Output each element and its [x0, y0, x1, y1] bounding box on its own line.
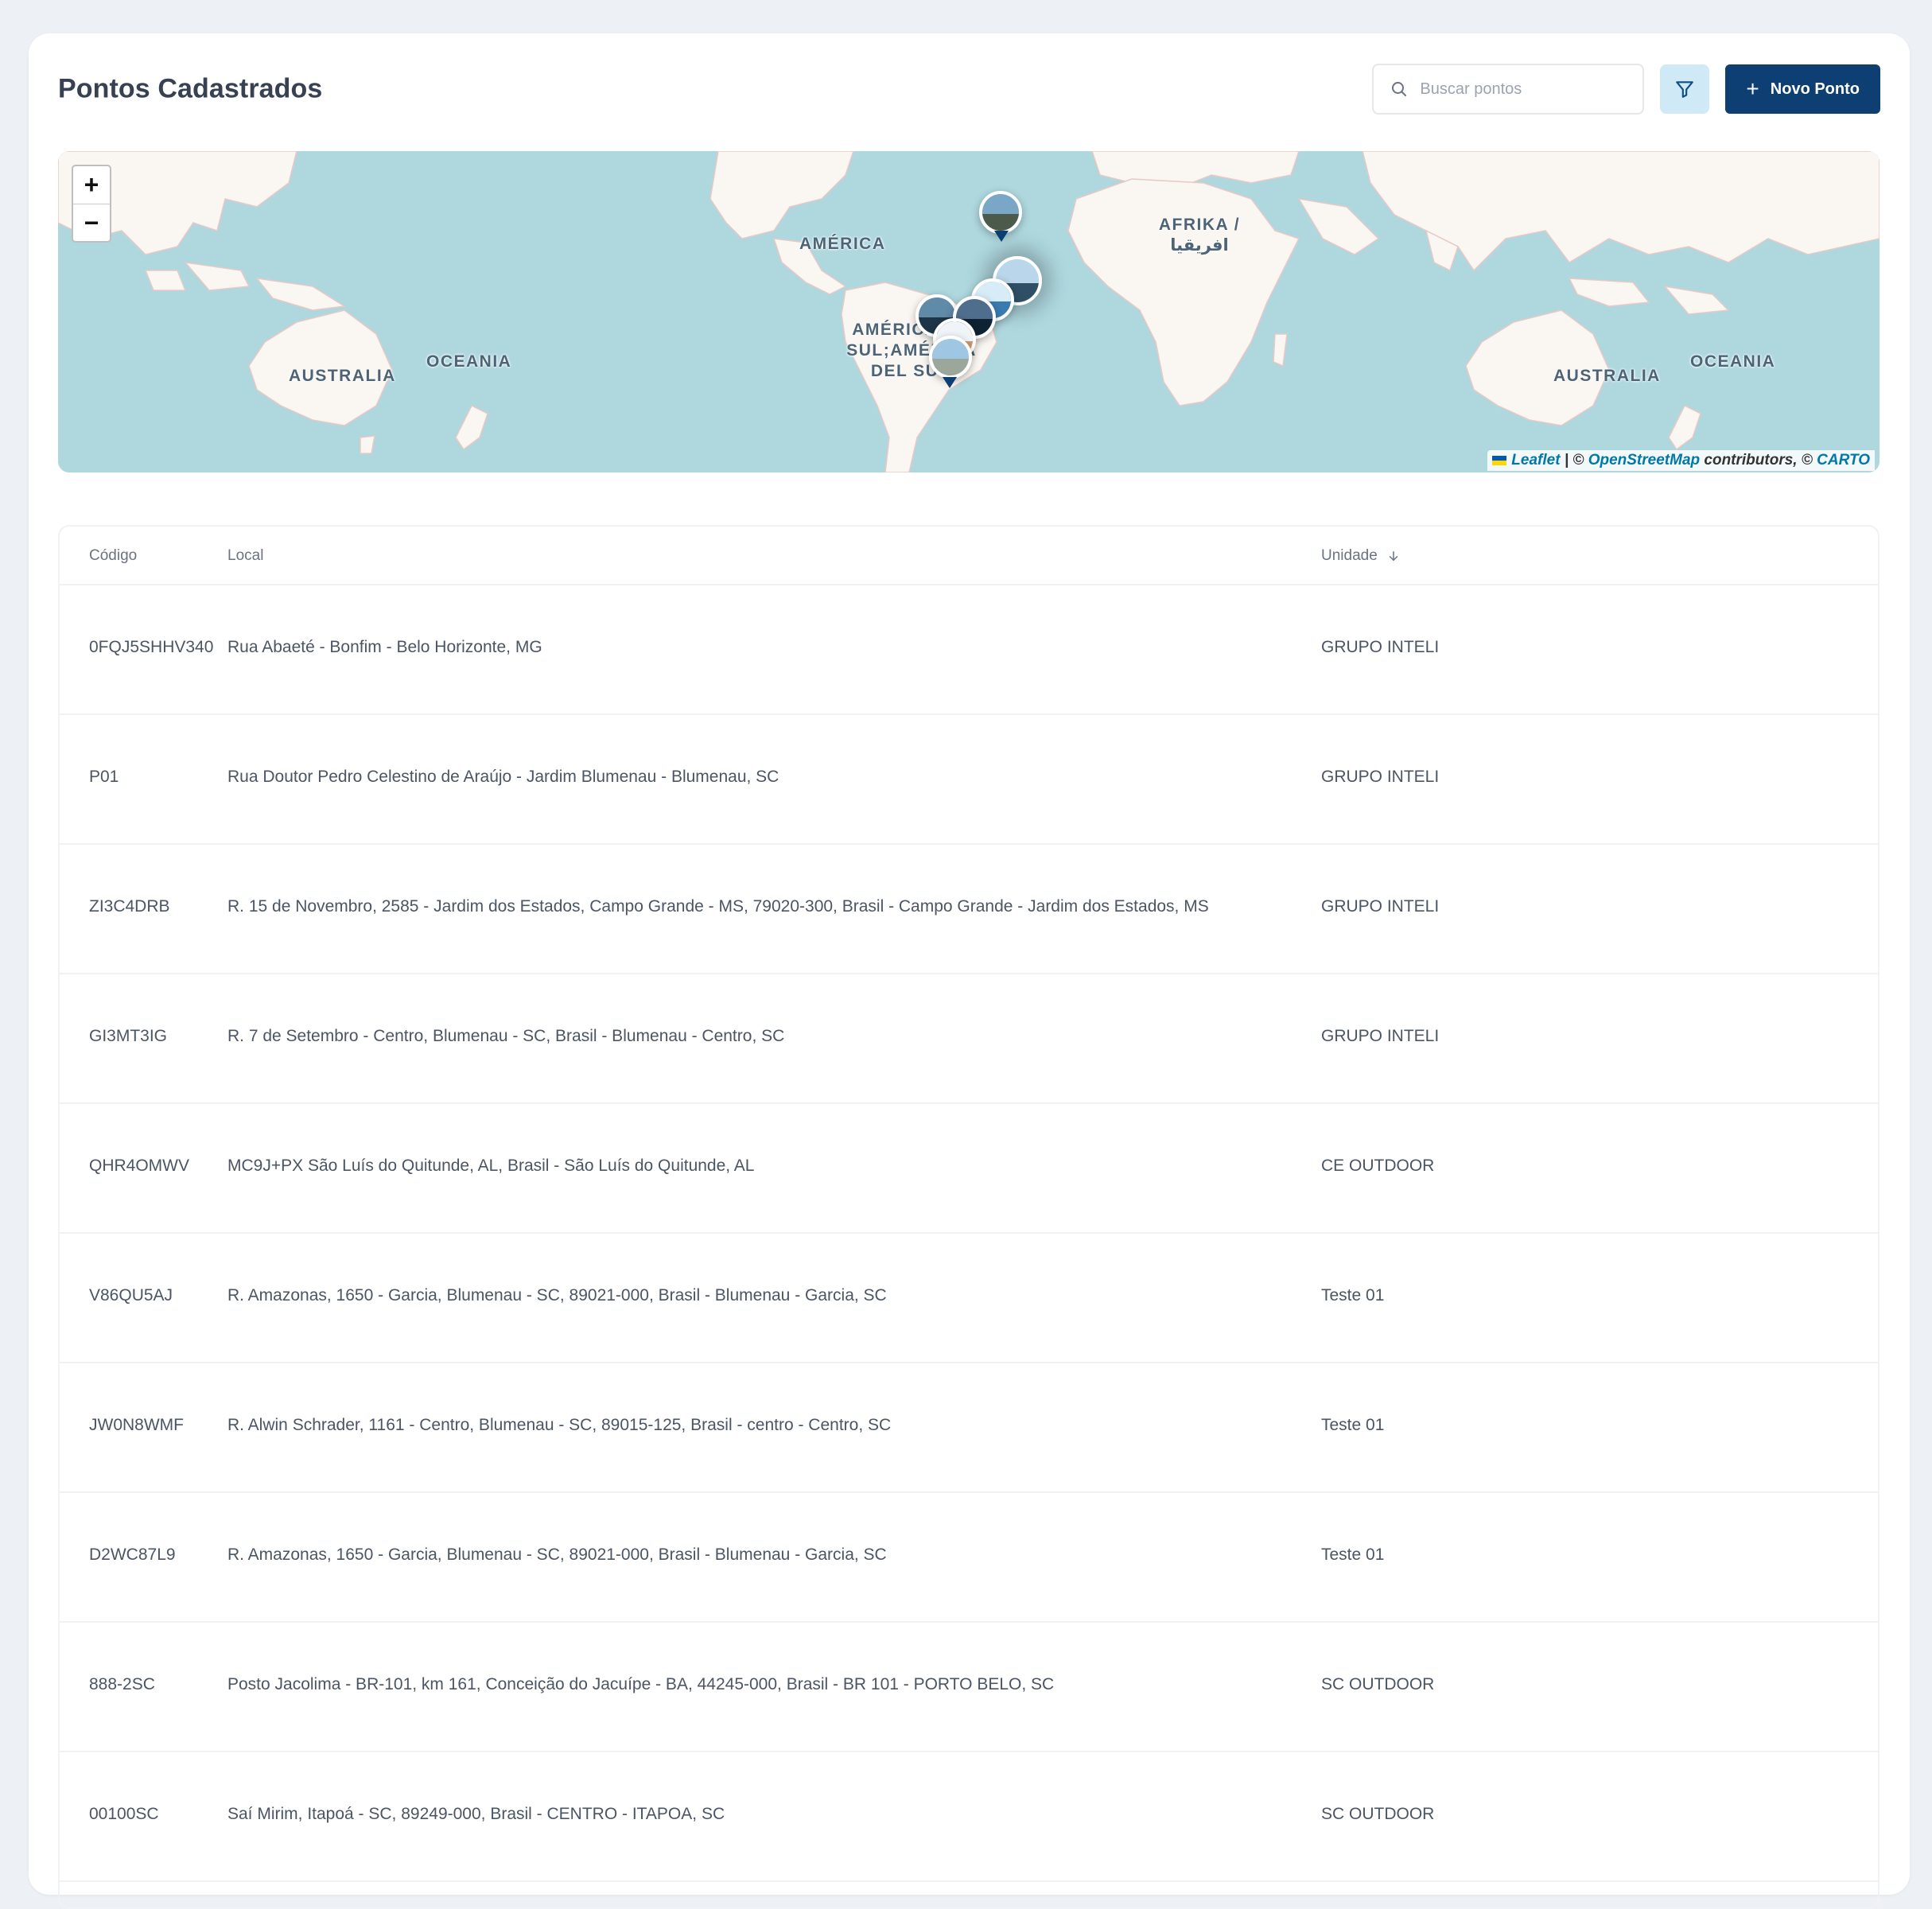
row-code: ZI3C4DRB [89, 897, 170, 916]
table-row[interactable]: 0FQJ5SHHV340 Rua Abaeté - Bonfim - Belo H… [60, 585, 1878, 715]
page-title: Pontos Cadastrados [58, 73, 323, 104]
sort-arrow-down-icon [1389, 550, 1398, 562]
map-marker-photo[interactable] [929, 336, 972, 379]
map-pin-icon [943, 377, 957, 388]
filter-icon [1676, 81, 1694, 98]
row-unit: Teste 01 [1321, 1416, 1385, 1434]
zoom-control: + − [72, 165, 111, 243]
row-location: Saí Mirim, Itapoá - SC, 89249-000, Brasi… [227, 1805, 725, 1823]
table-row[interactable]: 888-2SC Posto Jacolima - BR-101, km 161, … [60, 1623, 1878, 1752]
map-label-australia-left: AUSTRALIA [289, 367, 396, 385]
row-unit: Teste 01 [1321, 1286, 1385, 1304]
osm-link[interactable]: OpenStreetMap [1588, 452, 1700, 469]
zoom-out-button[interactable]: − [73, 204, 110, 241]
map-pin-icon [994, 231, 1009, 242]
row-unit: SC OUTDOOR [1321, 1805, 1435, 1823]
row-location: Rua Abaeté - Bonfim - Belo Horizonte, MG [227, 638, 542, 656]
row-code: JW0N8WMF [89, 1416, 184, 1434]
column-header-unit-label: Unidade [1321, 547, 1378, 564]
row-code: QHR4OMWV [89, 1157, 189, 1175]
attribution-separator: | © [1560, 452, 1588, 469]
filter-button[interactable] [1660, 64, 1710, 114]
row-location: R. Amazonas, 1650 - Garcia, Blumenau - S… [227, 1286, 887, 1304]
table-row[interactable]: 00100SC Saí Mirim, Itapoá - SC, 89249-000… [60, 1752, 1878, 1882]
zoom-in-button[interactable]: + [73, 166, 110, 204]
column-header-location[interactable]: Local [227, 547, 263, 565]
table-row[interactable]: GI3MT3IG R. 7 de Setembro - Centro, Blume… [60, 974, 1878, 1104]
carto-link[interactable]: CARTO [1817, 452, 1870, 469]
row-location: Posto Jacolima - BR-101, km 161, Conceiç… [227, 1675, 1055, 1693]
row-code: GI3MT3IG [89, 1027, 168, 1045]
row-code: P01 [89, 768, 119, 786]
row-unit: GRUPO INTELI [1321, 638, 1440, 656]
row-unit: SC OUTDOOR [1321, 1675, 1435, 1693]
points-map[interactable]: + − AUSTRALIA OCEANIA AMÉRICA AMÉRICA DO… [58, 151, 1880, 472]
row-location: R. 15 de Novembro, 2585 - Jardim dos Est… [227, 897, 1209, 916]
row-location: MC9J+PX São Luís do Quitunde, AL, Brasil… [227, 1157, 755, 1175]
map-label-africa: AFRIKA / افريقيا [1158, 216, 1241, 255]
points-table: Código Local Unidade 0FQJ5SHHV340 Rua Aba… [58, 525, 1880, 1909]
ukraine-flag-icon [1492, 456, 1507, 465]
table-row[interactable]: P01 Rua Doutor Pedro Celestino de Araújo … [60, 715, 1878, 845]
table-row[interactable]: V86QU5AJ R. Amazonas, 1650 - Garcia, Blum… [60, 1234, 1878, 1363]
row-location: R. Alwin Schrader, 1161 - Centro, Blumen… [227, 1416, 892, 1434]
map-label-america: AMÉRICA [799, 235, 886, 253]
row-unit: GRUPO INTELI [1321, 897, 1440, 916]
map-label-oceania-right: OCEANIA [1690, 352, 1776, 371]
table-row[interactable]: D2WC87L9 R. Amazonas, 1650 - Garcia, Blum… [60, 1493, 1878, 1623]
row-location: R. Amazonas, 1650 - Garcia, Blumenau - S… [227, 1545, 887, 1564]
row-code: D2WC87L9 [89, 1545, 176, 1564]
search-input[interactable] [1420, 80, 1627, 99]
row-unit: GRUPO INTELI [1321, 768, 1440, 786]
row-code: V86QU5AJ [89, 1286, 173, 1304]
table-row[interactable]: QHR4OMWV MC9J+PX São Luís do Quitunde, AL… [60, 1104, 1878, 1234]
map-label-oceania-left: OCEANIA [426, 352, 512, 371]
row-location: Rua Doutor Pedro Celestino de Araújo - J… [227, 768, 779, 786]
row-unit: CE OUTDOOR [1321, 1157, 1435, 1175]
attribution-contributors: contributors, © [1700, 452, 1817, 469]
new-point-button[interactable]: + Novo Ponto [1725, 64, 1880, 114]
column-header-unit[interactable]: Unidade [1321, 547, 1401, 565]
points-card: Pontos Cadastrados + Novo Ponto [29, 33, 1910, 1909]
header-actions: + Novo Ponto [1372, 62, 1880, 116]
row-code: 0FQJ5SHHV340 [89, 638, 214, 656]
search-icon [1392, 82, 1407, 96]
table-row[interactable]: ZI3C4DRB R. 15 de Novembro, 2585 - Jardim… [60, 845, 1878, 974]
new-point-label: Novo Ponto [1770, 80, 1860, 98]
map-label-australia-right: AUSTRALIA [1553, 367, 1661, 385]
table-body: 0FQJ5SHHV340 Rua Abaeté - Bonfim - Belo H… [60, 585, 1878, 1882]
table-row[interactable]: JW0N8WMF R. Alwin Schrader, 1161 - Centro… [60, 1363, 1878, 1493]
page-header: Pontos Cadastrados + Novo Ponto [58, 62, 1880, 116]
leaflet-link[interactable]: Leaflet [1511, 452, 1560, 469]
row-unit: GRUPO INTELI [1321, 1027, 1440, 1045]
row-unit: Teste 01 [1321, 1545, 1385, 1564]
row-code: 00100SC [89, 1805, 159, 1823]
row-location: R. 7 de Setembro - Centro, Blumenau - SC… [227, 1027, 785, 1045]
map-attribution: Leaflet | © OpenStreetMap contributors, … [1487, 450, 1875, 471]
column-header-code[interactable]: Código [89, 547, 137, 565]
map-marker-photo[interactable] [979, 191, 1022, 234]
plus-icon: + [1746, 76, 1759, 101]
table-header: Código Local Unidade [60, 527, 1878, 585]
row-code: 888-2SC [89, 1675, 155, 1693]
search-box[interactable] [1372, 64, 1645, 115]
